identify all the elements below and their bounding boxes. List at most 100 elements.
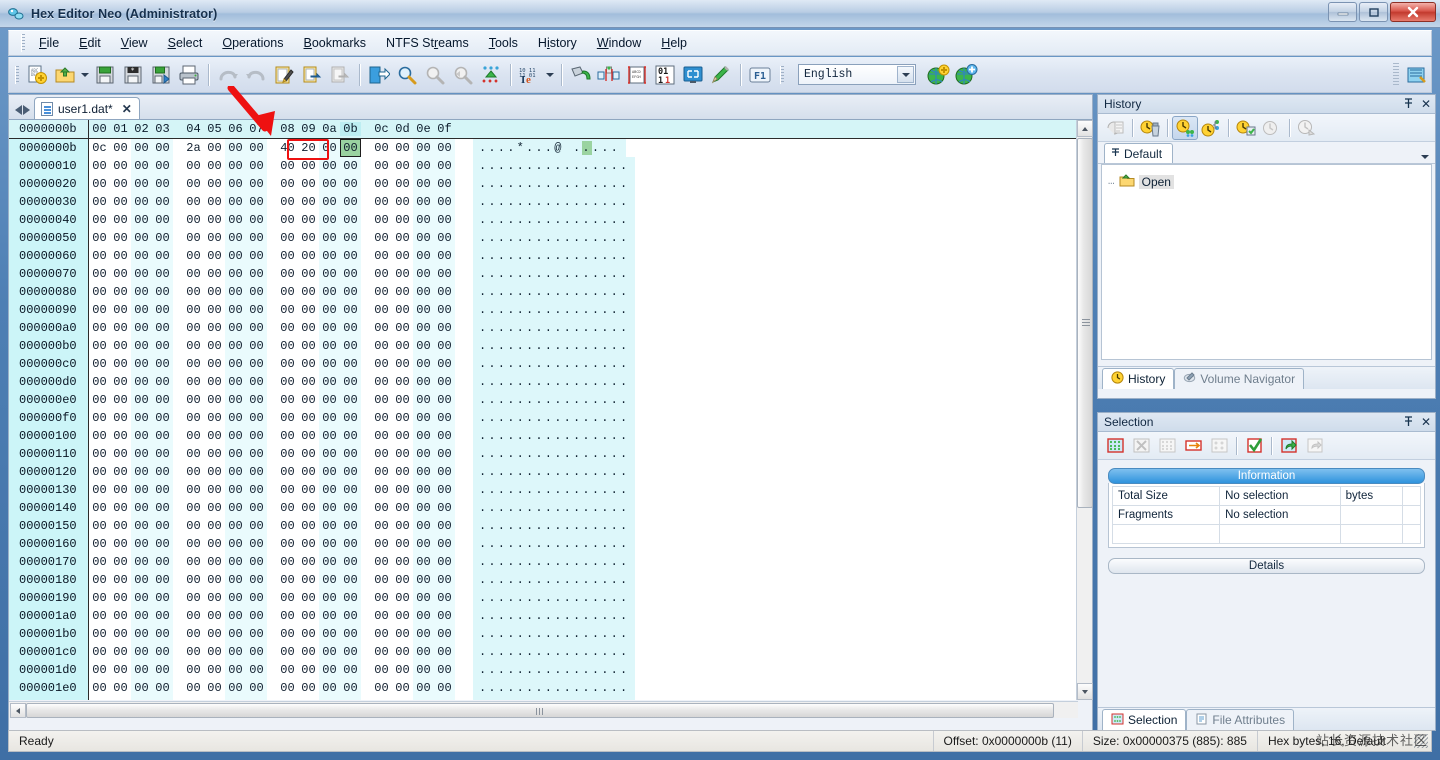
hex-byte-cell[interactable]: 00: [392, 607, 413, 625]
hex-byte-cell[interactable]: 00: [340, 157, 361, 175]
hex-row-ascii[interactable]: ................: [473, 337, 636, 355]
hex-byte-cell[interactable]: 00: [131, 175, 152, 193]
hex-byte-cell[interactable]: 00: [434, 679, 455, 697]
hex-byte-cell[interactable]: 00: [298, 355, 319, 373]
hex-header-col-02[interactable]: 02: [131, 122, 152, 136]
menu-item-file[interactable]: FFileile: [29, 33, 69, 53]
hex-byte-cell[interactable]: 00: [89, 229, 110, 247]
hex-byte-cell[interactable]: 00: [340, 679, 361, 697]
hex-byte-cell[interactable]: 00: [340, 535, 361, 553]
hex-byte-cell[interactable]: 00: [434, 373, 455, 391]
hex-byte-cell[interactable]: 00: [89, 337, 110, 355]
hex-byte-cell[interactable]: 00: [204, 247, 225, 265]
hex-byte-cell[interactable]: 00: [392, 247, 413, 265]
hex-byte-cell[interactable]: 00: [434, 157, 455, 175]
hex-row-ascii[interactable]: ................: [473, 553, 636, 571]
hex-byte-cell[interactable]: 00: [413, 337, 434, 355]
hex-byte-cell[interactable]: 00: [246, 157, 267, 175]
horizontal-scroll-thumb[interactable]: [26, 703, 1054, 718]
select-all-icon[interactable]: [1102, 434, 1128, 458]
find-icon[interactable]: [393, 60, 421, 90]
hex-row-bytes[interactable]: 00000000000000000000000000000000: [89, 283, 455, 301]
hex-vertical-scrollbar[interactable]: [1076, 120, 1093, 700]
hex-byte-cell[interactable]: 00: [371, 499, 392, 517]
hex-byte-cell[interactable]: 00: [298, 265, 319, 283]
hex-byte-cell[interactable]: 00: [413, 319, 434, 337]
hex-byte-cell[interactable]: 00: [152, 445, 173, 463]
scroll-left-arrow-icon[interactable]: [10, 703, 26, 718]
hex-byte-cell[interactable]: 00: [340, 337, 361, 355]
hex-byte-cell[interactable]: 00: [319, 193, 340, 211]
hex-byte-cell[interactable]: 00: [225, 643, 246, 661]
hex-byte-cell[interactable]: 00: [340, 463, 361, 481]
hex-row-ascii[interactable]: ................: [473, 283, 636, 301]
hex-row[interactable]: 000000b0 00 00 00 00 00 00 00 00 00 00 00 00 00 00 00 00…: [9, 337, 1078, 355]
hex-byte-cell[interactable]: 00: [298, 661, 319, 679]
hex-byte-cell[interactable]: 00: [319, 517, 340, 535]
hex-byte-cell[interactable]: 00: [152, 589, 173, 607]
selection-close-icon[interactable]: ✕: [1421, 416, 1431, 428]
hex-byte-cell[interactable]: 00: [371, 679, 392, 697]
hex-row-ascii[interactable]: ................: [473, 517, 636, 535]
hex-row-ascii[interactable]: ................: [473, 445, 636, 463]
hex-byte-cell[interactable]: 00: [392, 679, 413, 697]
hex-byte-cell[interactable]: 00: [152, 355, 173, 373]
hex-header-col-05[interactable]: 05: [204, 122, 225, 136]
hex-byte-cell[interactable]: 00: [434, 589, 455, 607]
hex-byte-cell[interactable]: 00: [204, 679, 225, 697]
apply-selection-icon[interactable]: [1241, 434, 1267, 458]
tab-nav-forward-icon[interactable]: [23, 105, 30, 115]
hex-byte-cell[interactable]: 00: [131, 553, 152, 571]
hex-byte-cell[interactable]: 00: [204, 481, 225, 499]
hex-byte-cell[interactable]: 00: [392, 661, 413, 679]
hex-byte-cell[interactable]: 00: [371, 643, 392, 661]
hex-byte-cell[interactable]: 00: [131, 373, 152, 391]
hex-byte-cell[interactable]: 00: [152, 607, 173, 625]
hex-byte-cell[interactable]: 00: [246, 175, 267, 193]
hex-byte-cell[interactable]: 00: [246, 643, 267, 661]
hex-byte-cell[interactable]: 00: [183, 211, 204, 229]
hex-row-bytes[interactable]: 00000000000000000000000000000000: [89, 373, 455, 391]
history-tree-icon[interactable]: [1198, 116, 1224, 140]
hex-byte-cell[interactable]: 00: [392, 265, 413, 283]
hex-byte-cell[interactable]: 00: [204, 193, 225, 211]
hex-byte-cell[interactable]: 00: [298, 445, 319, 463]
hex-byte-cell[interactable]: 00: [434, 283, 455, 301]
hex-row-bytes[interactable]: 00000000000000000000000000000000: [89, 265, 455, 283]
hex-row-ascii[interactable]: ................: [473, 697, 636, 700]
hex-byte-cell[interactable]: 00: [434, 211, 455, 229]
hex-byte-cell[interactable]: 00: [340, 301, 361, 319]
hex-byte-cell[interactable]: 00: [392, 481, 413, 499]
hex-row[interactable]: 00000100 00 00 00 00 00 00 00 00 00 00 00 00 00 00 00 00…: [9, 427, 1078, 445]
hex-byte-cell[interactable]: 00: [298, 643, 319, 661]
hex-byte-cell[interactable]: 00: [413, 463, 434, 481]
hex-byte-cell[interactable]: 00: [225, 301, 246, 319]
hex-byte-cell[interactable]: 00: [89, 535, 110, 553]
hex-byte-cell[interactable]: 00: [131, 571, 152, 589]
hex-byte-cell[interactable]: 00: [340, 319, 361, 337]
hex-byte-cell[interactable]: 00: [131, 337, 152, 355]
menu-item-help[interactable]: Help: [651, 33, 697, 53]
hex-byte-cell[interactable]: 00: [89, 409, 110, 427]
hex-byte-cell[interactable]: 00: [413, 247, 434, 265]
hex-byte-cell[interactable]: 00: [340, 643, 361, 661]
hex-row[interactable]: 000001b0 00 00 00 00 00 00 00 00 00 00 00 00 00 00 00 00…: [9, 625, 1078, 643]
close-button[interactable]: [1390, 2, 1436, 22]
hex-byte-cell[interactable]: 00: [277, 445, 298, 463]
hex-byte-cell[interactable]: 00: [340, 427, 361, 445]
selection-pin-icon[interactable]: [1403, 415, 1414, 429]
hex-byte-cell[interactable]: 00: [340, 283, 361, 301]
edit-mode-icon[interactable]: [707, 60, 735, 90]
hex-byte-cell[interactable]: 00: [371, 247, 392, 265]
hex-byte-cell[interactable]: 00: [277, 283, 298, 301]
hex-byte-cell[interactable]: 00: [371, 517, 392, 535]
hex-byte-cell[interactable]: 00: [152, 283, 173, 301]
hex-byte-cell[interactable]: 00: [225, 175, 246, 193]
hex-byte-cell[interactable]: 00: [225, 427, 246, 445]
hex-byte-cell[interactable]: 00: [277, 697, 298, 700]
hex-byte-cell[interactable]: 00: [371, 373, 392, 391]
hex-byte-cell[interactable]: 00: [89, 679, 110, 697]
history-subtab-default[interactable]: Default: [1104, 143, 1174, 163]
hex-byte-cell[interactable]: 00: [392, 499, 413, 517]
hex-byte-cell[interactable]: 00: [110, 175, 131, 193]
